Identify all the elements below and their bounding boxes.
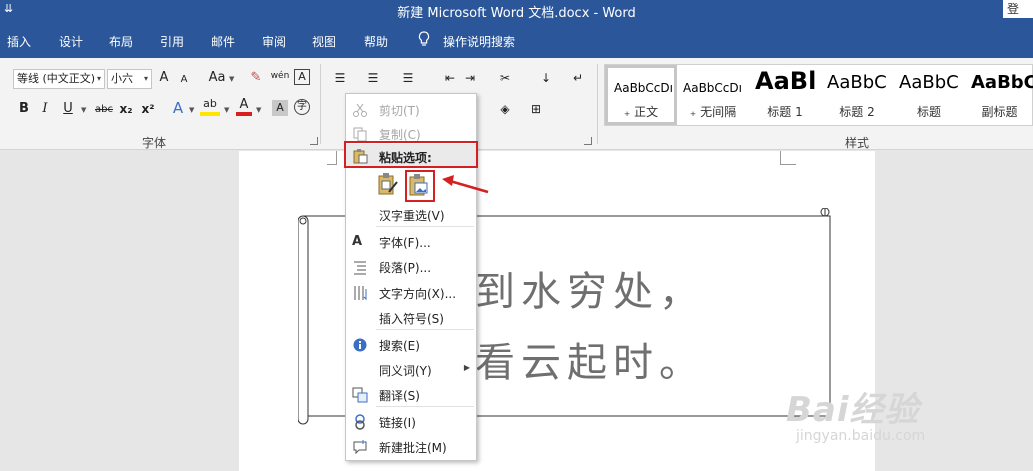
text-direction-icon <box>354 286 367 301</box>
underline-button[interactable]: U <box>61 100 75 120</box>
change-case-dropdown-icon[interactable]: ▼ <box>229 75 234 83</box>
styles-gallery: AaBbCcDı ₊ 正文 AaBbCcDı ₊ 无间隔 AaBl 标题 1 A… <box>604 64 1033 126</box>
bullets-icon[interactable]: ☰ <box>332 69 348 89</box>
multilevel-list-icon[interactable]: ☰ <box>400 69 416 89</box>
clear-formatting-icon[interactable]: ✎ <box>248 69 264 89</box>
tab-design[interactable]: 设计 <box>59 33 83 50</box>
annotation-arrow-icon <box>442 175 489 194</box>
font-name-combo[interactable]: 等线 (中文正文) ▾ <box>13 69 105 89</box>
tab-review[interactable]: 审阅 <box>262 33 286 50</box>
font-icon: A <box>352 234 363 249</box>
paste-as-picture-highlight <box>405 170 435 202</box>
menu-item-hanzi-reselect[interactable]: 汉字重选(V) <box>346 202 476 226</box>
link-icon <box>355 414 365 430</box>
ribbon-tabs: 插入 设计 布局 引用 邮件 审阅 视图 帮助 操作说明搜索 <box>0 22 1033 58</box>
tab-layout[interactable]: 布局 <box>109 33 133 50</box>
menu-item-synonyms[interactable]: 同义词(Y) ▶ <box>346 357 476 381</box>
tab-help[interactable]: 帮助 <box>364 33 388 50</box>
menu-separator <box>376 329 474 330</box>
bold-button[interactable]: B <box>17 100 31 120</box>
tab-insert[interactable]: 插入 <box>7 33 31 50</box>
crop-mark <box>780 151 796 165</box>
menu-item-cut[interactable]: 剪切(T) <box>346 97 476 121</box>
numbering-icon[interactable]: ☰ <box>365 69 381 89</box>
change-case-button[interactable]: Aa <box>206 69 228 89</box>
style-normal[interactable]: AaBbCcDı ₊ 正文 <box>605 65 677 125</box>
ribbon-body: 等线 (中文正文) ▾ 小六 ▾ A A Aa ▼ ✎ wén A B I U ▼ … <box>0 58 1033 150</box>
watermark-url: jingyan.baidu.com <box>796 428 926 444</box>
show-marks-icon[interactable]: ↵ <box>570 69 586 89</box>
styles-group-label: 样式 <box>845 136 870 150</box>
menu-item-search[interactable]: 搜索(E) <box>346 332 476 356</box>
copy-icon <box>353 127 367 142</box>
crop-mark <box>327 151 337 165</box>
font-dialog-launcher-icon[interactable] <box>310 137 318 145</box>
menu-separator <box>376 406 474 407</box>
grow-font-button[interactable]: A <box>157 69 171 89</box>
tell-me-search[interactable]: 操作说明搜索 <box>443 33 515 50</box>
style-subtitle[interactable]: AaBbC 副标题 <box>965 65 1033 125</box>
tab-mailings[interactable]: 邮件 <box>211 33 235 50</box>
tab-view[interactable]: 视图 <box>312 33 336 50</box>
watermark: Bai经验 jingyan.baidu.com <box>786 382 925 444</box>
char-shading-button[interactable]: A <box>272 100 288 116</box>
window-title: 新建 Microsoft Word 文档.docx - Word <box>397 6 636 21</box>
paragraph-dialog-launcher-icon[interactable] <box>584 137 592 145</box>
distribute-icon[interactable]: ✂ <box>495 69 515 89</box>
char-border-button[interactable]: A <box>294 69 310 85</box>
strikethrough-button[interactable]: abc <box>93 101 115 121</box>
paragraph-icon <box>354 261 366 275</box>
underline-dropdown-icon[interactable]: ▼ <box>81 106 86 114</box>
menu-item-link[interactable]: 链接(I) <box>346 409 476 433</box>
highlight-dropdown-icon[interactable]: ▼ <box>224 106 229 114</box>
paste-options-highlight <box>344 141 478 168</box>
group-separator <box>597 64 598 144</box>
superscript-button[interactable]: x² <box>140 100 156 120</box>
poem-line-1: 到水穷处， <box>475 269 705 315</box>
submenu-arrow-icon: ▶ <box>463 363 470 372</box>
translate-icon <box>352 387 368 403</box>
scissors-icon <box>353 103 367 117</box>
title-bar: ⇊ 新建 Microsoft Word 文档.docx - Word 登 <box>0 0 1033 22</box>
tab-references[interactable]: 引用 <box>160 33 184 50</box>
login-button[interactable]: 登 <box>1003 0 1033 18</box>
italic-button[interactable]: I <box>39 100 51 120</box>
text-effects-dropdown-icon[interactable]: ▼ <box>189 106 194 114</box>
decrease-indent-icon[interactable]: ⇤ <box>442 69 458 89</box>
menu-item-font[interactable]: A 字体(F)... <box>346 229 476 253</box>
menu-item-insert-symbol[interactable]: 插入符号(S) <box>346 305 476 329</box>
lightbulb-icon <box>418 31 430 46</box>
shading-icon[interactable]: ◈ <box>495 100 515 120</box>
group-separator <box>320 64 321 144</box>
comment-icon <box>353 440 367 455</box>
style-no-spacing[interactable]: AaBbCcDı ₊ 无间隔 <box>677 65 749 125</box>
style-heading-2[interactable]: AaBbC 标题 2 <box>821 65 893 125</box>
font-size-combo[interactable]: 小六 ▾ <box>107 69 152 89</box>
enclose-chars-button[interactable]: 字 <box>294 99 310 115</box>
highlight-button[interactable]: ab <box>200 98 220 116</box>
borders-icon[interactable]: ⊞ <box>528 100 544 120</box>
shrink-font-button[interactable]: A <box>178 71 190 91</box>
increase-indent-icon[interactable]: ⇥ <box>462 69 478 89</box>
font-color-button[interactable]: A <box>236 98 252 116</box>
menu-item-translate[interactable]: 翻译(S) <box>346 382 476 406</box>
subscript-button[interactable]: x₂ <box>118 100 134 120</box>
poem-line-2: 看云起时。 <box>475 340 705 386</box>
watermark-brand: Bai经验 <box>786 390 920 430</box>
sort-icon[interactable]: ↓ <box>538 69 554 89</box>
style-heading-1[interactable]: AaBl 标题 1 <box>749 65 821 125</box>
paste-keep-formatting-icon[interactable] <box>377 172 399 196</box>
font-color-dropdown-icon[interactable]: ▼ <box>256 106 261 114</box>
text-effects-button[interactable]: A <box>170 99 186 119</box>
phonetic-guide-button[interactable]: wén <box>270 67 290 87</box>
menu-item-text-direction[interactable]: 文字方向(X)... <box>346 280 476 304</box>
menu-item-new-comment[interactable]: 新建批注(M) <box>346 434 476 458</box>
menu-item-paragraph[interactable]: 段落(P)... <box>346 254 476 278</box>
search-icon <box>353 338 367 352</box>
style-title[interactable]: AaBbC 标题 <box>893 65 965 125</box>
menu-separator <box>376 226 474 227</box>
font-group-label: 字体 <box>142 136 167 150</box>
